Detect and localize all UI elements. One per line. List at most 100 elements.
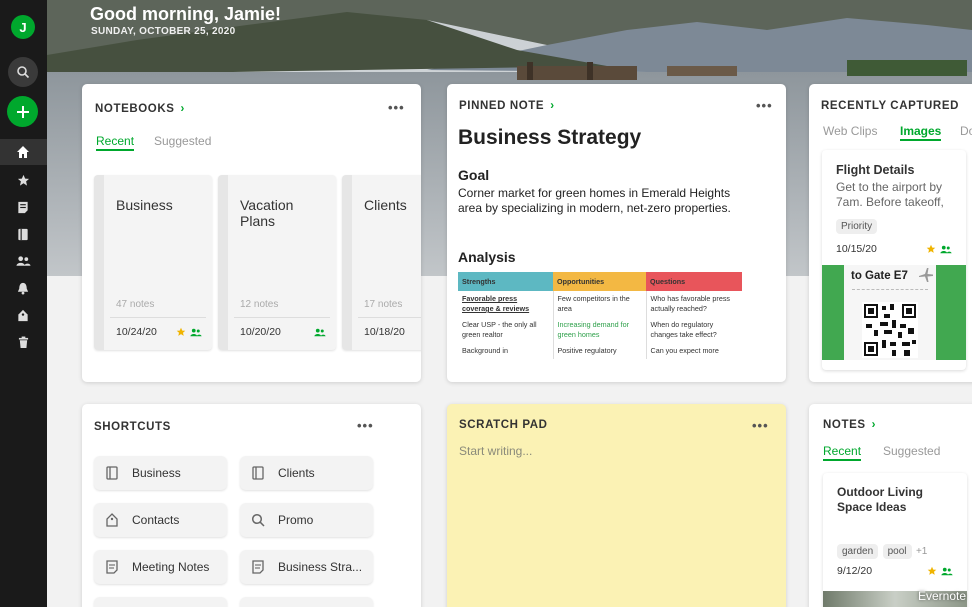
watermark: Evernote	[917, 589, 966, 603]
analysis-table: Strengths Opportunities Questions Favora…	[458, 272, 742, 359]
tag-pill[interactable]: pool	[882, 544, 912, 559]
shortcut-label: Promo	[278, 513, 314, 527]
sidebar: J	[0, 0, 47, 607]
chevron-right-icon: ›	[871, 419, 877, 431]
shortcuts-title[interactable]: SHORTCUTS	[94, 421, 171, 433]
scratch-pad-input[interactable]: Start writing...	[459, 444, 774, 594]
goal-heading: Goal	[458, 167, 490, 183]
table-cell: Can you expect more	[650, 346, 719, 355]
star-icon	[926, 244, 936, 253]
recently-captured-title[interactable]: RECENTLY CAPTURED	[821, 100, 959, 112]
evernote-home: Good morning, Jamie! SUNDAY, OCTOBER 25,…	[0, 0, 972, 607]
shortcut-contacts[interactable]: Contacts	[94, 503, 227, 537]
more-options-icon[interactable]: •••	[752, 418, 769, 433]
table-row: Background in Positive regulatory Can yo…	[458, 343, 742, 359]
notebook-card[interactable]: Clients 17 notes 10/18/20	[342, 175, 421, 350]
table-cell: Background in	[458, 343, 554, 359]
note-icon	[102, 557, 122, 577]
table-header: Questions	[646, 272, 742, 291]
tags-icon[interactable]	[14, 306, 32, 324]
star-icon[interactable]	[14, 171, 32, 189]
note-card-date: 9/12/20	[837, 565, 873, 577]
shared-icon	[941, 567, 953, 576]
shared-icon[interactable]	[14, 252, 32, 270]
new-note-button[interactable]	[7, 96, 38, 127]
notebook-card[interactable]: Business 47 notes 10/24/20	[94, 175, 212, 350]
more-options-icon[interactable]: •••	[357, 418, 374, 433]
notebook-name: Clients	[364, 197, 407, 213]
home-icon[interactable]	[14, 143, 32, 161]
pinned-note-widget: PINNED NOTE › ••• Business Strategy Goal …	[447, 84, 786, 382]
tab-recent[interactable]: Recent	[823, 444, 862, 461]
tab-documents[interactable]: Do	[960, 124, 972, 138]
search-button[interactable]	[8, 57, 38, 87]
notebook-card[interactable]: Vacation Plans 12 notes 10/20/20	[218, 175, 336, 350]
shortcut-meeting-notes[interactable]: Meeting Notes	[94, 550, 227, 584]
note-card-title: Outdoor Living Space Ideas	[837, 485, 923, 514]
shortcut-business-strategy[interactable]: Business Stra...	[240, 550, 373, 584]
account-avatar[interactable]: J	[11, 15, 35, 39]
shortcut-label: Contacts	[132, 513, 180, 527]
table-cell: Few competitors in the area	[553, 291, 647, 317]
analysis-heading: Analysis	[458, 249, 516, 265]
search-icon	[17, 66, 30, 79]
table-header: Strengths	[458, 272, 553, 291]
boarding-pass-text: to Gate E7	[851, 270, 908, 282]
more-options-icon[interactable]: •••	[756, 98, 773, 113]
shortcut-partial[interactable]	[94, 597, 227, 607]
pinned-note-title[interactable]: PINNED NOTE ›	[459, 100, 555, 112]
notebook-note-count: 47 notes	[116, 299, 155, 310]
tag-pill[interactable]: Priority	[836, 219, 878, 234]
table-cell: Increasing demand for green homes	[553, 317, 647, 343]
note-card[interactable]: Outdoor Living Space Ideas garden pool +…	[823, 473, 967, 607]
goal-text: Corner market for green homes in Emerald…	[458, 186, 731, 215]
captured-note-card[interactable]: Flight Details Get to the airport by 7am…	[822, 150, 966, 370]
qr-code-image	[862, 302, 918, 358]
search-icon	[248, 510, 268, 530]
table-header: Opportunities	[553, 272, 646, 291]
shortcut-partial[interactable]	[240, 597, 373, 607]
notebooks-title[interactable]: NOTEBOOKS ›	[95, 103, 185, 115]
shared-icon	[314, 328, 326, 337]
more-tags-count[interactable]: +1	[916, 546, 927, 557]
shortcut-clients[interactable]: Clients	[240, 456, 373, 490]
shortcut-label: Meeting Notes	[132, 560, 210, 574]
shortcut-promo[interactable]: Promo	[240, 503, 373, 537]
tab-images[interactable]: Images	[900, 124, 942, 141]
notebooks-icon[interactable]	[14, 225, 32, 243]
notebook-icon	[248, 463, 268, 483]
airplane-icon	[919, 268, 933, 282]
note-title[interactable]: Business Strategy	[458, 126, 641, 150]
scratch-pad-widget: SCRATCH PAD ••• Start writing...	[447, 404, 786, 607]
notes-icon[interactable]	[14, 198, 32, 216]
notebook-name: Vacation Plans	[240, 197, 294, 229]
plus-icon	[16, 105, 29, 118]
reminder-icon[interactable]	[14, 279, 32, 297]
table-row: Clear USP - the only all green realtor I…	[458, 317, 742, 343]
tab-recent[interactable]: Recent	[96, 134, 135, 151]
table-cell: Clear USP - the only all green realtor	[458, 317, 554, 343]
notebook-icon	[102, 463, 122, 483]
trash-icon[interactable]	[14, 333, 32, 351]
greeting-text: Good morning, Jamie!	[90, 4, 282, 24]
notebooks-widget: NOTEBOOKS › ••• Recent Suggested Business…	[82, 84, 421, 382]
more-options-icon[interactable]: •••	[388, 100, 405, 115]
star-icon	[927, 566, 937, 575]
tab-suggested[interactable]: Suggested	[883, 444, 940, 458]
shortcut-business[interactable]: Business	[94, 456, 227, 490]
table-cell: Who has favorable press actually reached…	[650, 294, 731, 313]
table-cell: When do regulatory changes take effect?	[650, 320, 717, 339]
tab-web-clips[interactable]: Web Clips	[823, 124, 877, 138]
tag-icon	[102, 510, 122, 530]
tab-suggested[interactable]: Suggested	[154, 134, 211, 148]
notebook-name: Business	[116, 197, 173, 213]
tag-pill[interactable]: garden	[837, 544, 879, 559]
shortcut-label: Business	[132, 466, 181, 480]
captured-note-title: Flight Details	[836, 163, 915, 177]
shared-icon	[940, 245, 952, 254]
notebook-date: 10/20/20	[240, 326, 281, 338]
notes-title[interactable]: NOTES ›	[823, 419, 876, 431]
notebook-note-count: 17 notes	[364, 299, 403, 310]
captured-note-text: Get to the airport by 7am. Before takeof…	[836, 180, 944, 209]
shortcut-label: Business Stra...	[278, 560, 363, 574]
